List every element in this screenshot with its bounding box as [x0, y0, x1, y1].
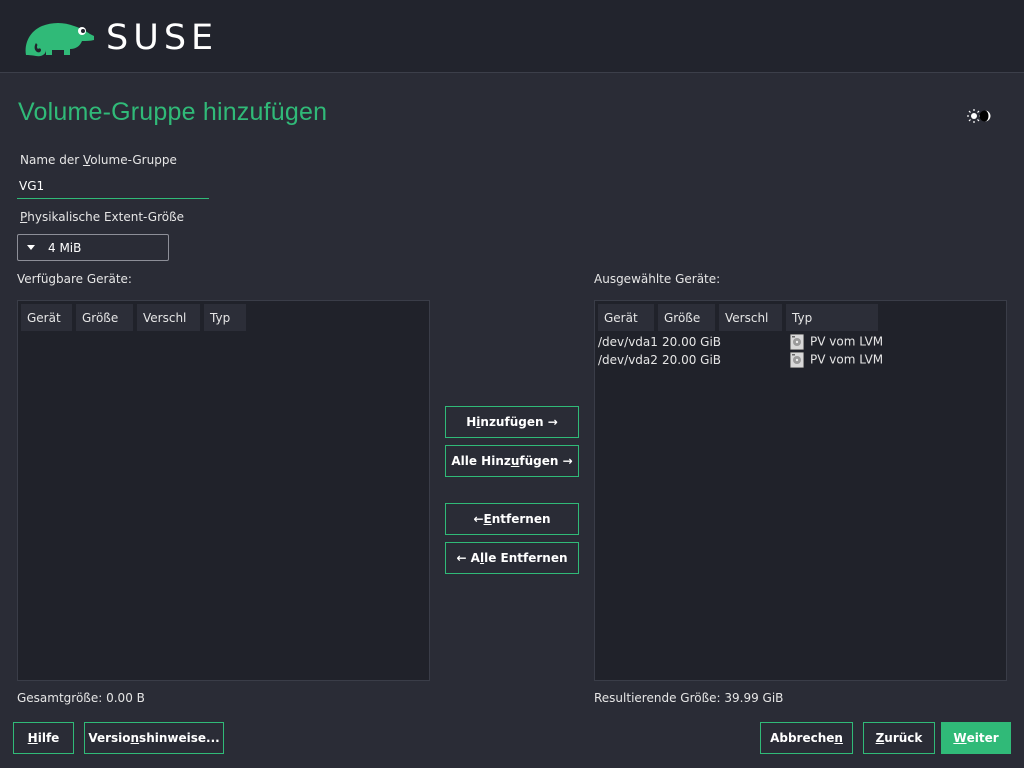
- cancel-button[interactable]: Abbreche n: [760, 722, 853, 754]
- selected-devices-label: Ausgewählte Geräte:: [594, 272, 721, 286]
- page-title: Volume-Gruppe hinzufügen: [18, 98, 328, 126]
- release-notes-button-pre: Versio: [88, 731, 131, 745]
- size-cell: 20.00 GiB: [662, 335, 722, 349]
- add-all-button[interactable]: Alle Hinz u fügen →: [445, 445, 579, 477]
- resulting-size: Resultierende Größe: 39.99 GiB: [594, 691, 784, 705]
- remove-button-key: E: [483, 512, 492, 526]
- vg-name-input[interactable]: [17, 174, 209, 199]
- column-header-type[interactable]: Typ: [786, 304, 878, 331]
- type-cell: PV vom LVM: [790, 352, 883, 368]
- add-all-button-pre: Alle Hinz: [451, 454, 511, 468]
- help-button-key: H: [27, 731, 38, 745]
- remove-button-pre: ←: [473, 512, 484, 526]
- release-notes-button-post: shinweise...: [139, 731, 220, 745]
- size-cell: 20.00 GiB: [662, 353, 722, 367]
- release-notes-button-key: n: [130, 731, 140, 745]
- cancel-button-pre: Abbreche: [770, 731, 835, 745]
- vg-name-label-post: olume-Gruppe: [90, 153, 177, 167]
- add-button[interactable]: Hi nzufügen →: [445, 406, 579, 438]
- device-cell: /dev/vda1: [598, 335, 658, 349]
- remove-all-button-pre: ← A: [456, 551, 480, 565]
- back-button[interactable]: Zurück: [863, 722, 935, 754]
- add-all-button-post: fügen →: [519, 454, 573, 468]
- selected-devices-table[interactable]: Gerät Größe Verschl Typ /dev/vda1 20.00 …: [594, 300, 1007, 681]
- release-notes-button[interactable]: Versio n shinweise...: [84, 722, 224, 754]
- column-header-encrypted[interactable]: Verschl: [719, 304, 782, 331]
- vg-name-label-pre: Name der: [20, 153, 83, 167]
- chameleon-logo-icon: [25, 23, 94, 57]
- table-header: Gerät Größe Verschl Typ: [21, 304, 250, 331]
- table-row[interactable]: /dev/vda1 20.00 GiB PV vom LVM: [598, 333, 883, 351]
- type-cell: PV vom LVM: [790, 334, 883, 350]
- column-header-device[interactable]: Gerät: [598, 304, 654, 331]
- column-header-type[interactable]: Typ: [204, 304, 246, 331]
- column-header-encrypted[interactable]: Verschl: [137, 304, 200, 331]
- remove-button-post: ntfernen: [491, 512, 551, 526]
- available-devices-label: Verfügbare Geräte:: [17, 272, 132, 286]
- available-devices-table[interactable]: Gerät Größe Verschl Typ: [17, 300, 430, 681]
- extent-size-label-post: hysikalische Extent-Größe: [27, 210, 185, 224]
- next-button-post: eiter: [966, 731, 999, 745]
- table-row[interactable]: /dev/vda2 20.00 GiB PV vom LVM: [598, 351, 883, 369]
- hard-disk-icon: [790, 352, 804, 368]
- suse-logo: SUSE: [24, 19, 218, 57]
- add-all-button-key: u: [510, 454, 520, 468]
- help-button-post: ilfe: [37, 731, 60, 745]
- next-button[interactable]: Weiter: [941, 722, 1011, 754]
- remove-all-button[interactable]: ← Al le Entfernen: [445, 542, 579, 574]
- top-bar: SUSE: [0, 0, 1024, 73]
- dropdown-arrow-icon: [27, 245, 35, 250]
- extent-size-label: Physikalische Extent-Größe: [20, 210, 184, 224]
- add-button-pre: H: [466, 415, 477, 429]
- type-text: PV vom LVM: [810, 334, 884, 349]
- column-header-size[interactable]: Größe: [658, 304, 715, 331]
- hard-disk-icon: [790, 334, 804, 350]
- next-button-key: W: [953, 731, 967, 745]
- remove-all-button-post: le Entfernen: [484, 551, 568, 565]
- brand-wordmark: SUSE: [106, 18, 219, 58]
- back-button-post: urück: [884, 731, 923, 745]
- back-button-key: Z: [875, 731, 885, 745]
- column-header-size[interactable]: Größe: [76, 304, 133, 331]
- sun-moon-toggle-icon[interactable]: [965, 108, 991, 124]
- column-header-device[interactable]: Gerät: [21, 304, 72, 331]
- remove-button[interactable]: ← Entfernen: [445, 503, 579, 535]
- type-text: PV vom LVM: [810, 352, 884, 367]
- device-cell: /dev/vda2: [598, 353, 658, 367]
- extent-size-combo[interactable]: 4 MiB: [17, 234, 169, 261]
- table-header: Gerät Größe Verschl Typ: [598, 304, 882, 331]
- vg-name-label: Name der Volume-Gruppe: [20, 153, 177, 167]
- cancel-button-key: n: [834, 731, 843, 745]
- extent-size-value: 4 MiB: [48, 240, 82, 255]
- help-button[interactable]: Hilfe: [13, 722, 74, 754]
- available-total-size: Gesamtgröße: 0.00 B: [17, 691, 145, 705]
- add-button-post: nzufügen →: [480, 415, 558, 429]
